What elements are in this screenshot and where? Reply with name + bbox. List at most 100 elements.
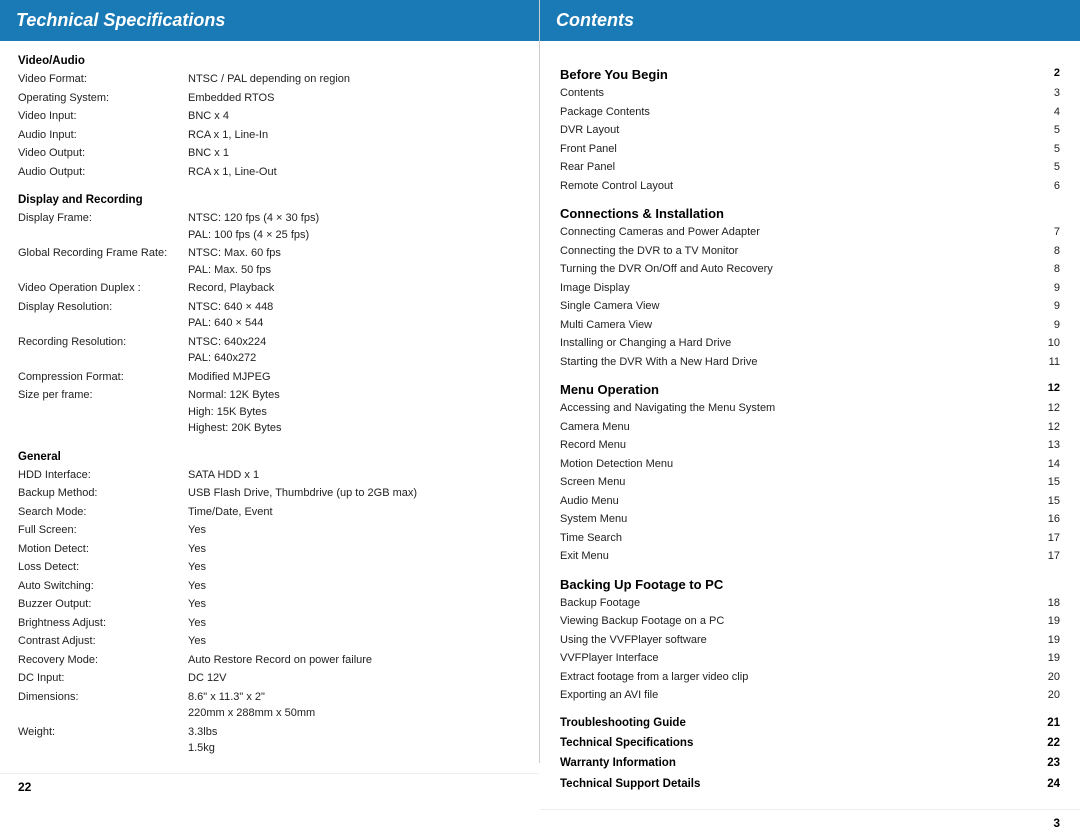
toc-section-header: Connections & Installation: [560, 206, 1060, 221]
toc-row: Connecting the DVR to a TV Monitor 8: [560, 243, 1060, 260]
toc-item-label: Front Panel: [560, 141, 617, 158]
toc-item-page: 20: [1040, 669, 1060, 686]
toc-section-title: Connections & Installation: [560, 206, 724, 221]
toc-item-page: 12: [1040, 400, 1060, 417]
toc-section-title: Backing Up Footage to PC: [560, 577, 723, 592]
toc-row: Rear Panel5: [560, 159, 1060, 176]
toc-row: System Menu 16: [560, 511, 1060, 528]
spec-row: Brightness Adjust:Yes: [18, 615, 521, 632]
toc-item-label: Camera Menu: [560, 419, 630, 436]
toc-section-page: 12: [1048, 382, 1060, 394]
toc-item-page: 8: [1040, 261, 1060, 278]
toc-item-page: 12: [1040, 419, 1060, 436]
spec-label: Backup Method:: [18, 485, 188, 502]
toc-item-label: Installing or Changing a Hard Drive: [560, 335, 731, 352]
toc-item-label: Remote Control Layout: [560, 178, 673, 195]
toc-item-label: System Menu: [560, 511, 627, 528]
toc-bold-row: Troubleshooting Guide 21: [560, 714, 1060, 732]
left-page-number: 22: [0, 773, 539, 800]
spec-label: Search Mode:: [18, 504, 188, 521]
spec-row: Video Operation Duplex :Record, Playback: [18, 280, 521, 297]
spec-row: Operating System:Embedded RTOS: [18, 90, 521, 107]
toc-row: Remote Control Layout 6: [560, 178, 1060, 195]
spec-label: Global Recording Frame Rate:: [18, 245, 188, 278]
spec-label: Contrast Adjust:: [18, 633, 188, 650]
toc-item-page: 16: [1040, 511, 1060, 528]
toc-item-page: 8: [1040, 243, 1060, 260]
toc-item-label: Exit Menu: [560, 548, 609, 565]
spec-row: Loss Detect:Yes: [18, 559, 521, 576]
toc-section-page: 2: [1054, 67, 1060, 79]
toc-bold-label: Troubleshooting Guide: [560, 714, 686, 732]
spec-value: USB Flash Drive, Thumbdrive (up to 2GB m…: [188, 485, 521, 502]
toc-row: Package Contents4: [560, 104, 1060, 121]
toc-row: Viewing Backup Footage on a PC19: [560, 613, 1060, 630]
toc-row: Extract footage from a larger video clip…: [560, 669, 1060, 686]
toc-bold-page: 21: [1047, 714, 1060, 732]
toc-item-label: Contents: [560, 85, 604, 102]
toc-item-page: 19: [1040, 650, 1060, 667]
spec-label: Recording Resolution:: [18, 334, 188, 367]
spec-label: Recovery Mode:: [18, 652, 188, 669]
toc-item-label: Time Search: [560, 530, 622, 547]
toc-row: Accessing and Navigating the Menu System…: [560, 400, 1060, 417]
spec-label: Video Format:: [18, 71, 188, 88]
spec-value: Embedded RTOS: [188, 90, 521, 107]
toc-item-label: VVFPlayer Interface: [560, 650, 658, 667]
toc-row: Backup Footage18: [560, 595, 1060, 612]
spec-row: Compression Format:Modified MJPEG: [18, 369, 521, 386]
spec-label: Size per frame:: [18, 387, 188, 437]
spec-section-title: Display and Recording: [18, 194, 521, 206]
toc-row: Record Menu13: [560, 437, 1060, 454]
spec-row: Motion Detect:Yes: [18, 541, 521, 558]
spec-value: Modified MJPEG: [188, 369, 521, 386]
right-page-number: 3: [540, 809, 1080, 836]
spec-value: 8.6" x 11.3" x 2"220mm x 288mm x 50mm: [188, 689, 521, 722]
spec-row: Global Recording Frame Rate:NTSC: Max. 6…: [18, 245, 521, 278]
toc-item-label: Connecting the DVR to a TV Monitor: [560, 243, 738, 260]
spec-section-title: Video/Audio: [18, 55, 521, 67]
spec-value: SATA HDD x 1: [188, 467, 521, 484]
spec-row: Video Input:BNC x 4: [18, 108, 521, 125]
toc-item-label: Multi Camera View: [560, 317, 652, 334]
toc-item-label: Image Display: [560, 280, 630, 297]
toc-item-label: Viewing Backup Footage on a PC: [560, 613, 724, 630]
spec-row: DC Input:DC 12V: [18, 670, 521, 687]
toc-bold-label: Warranty Information: [560, 754, 676, 772]
spec-value: Yes: [188, 578, 521, 595]
toc-bold-label: Technical Support Details: [560, 775, 700, 793]
left-content: Video/AudioVideo Format:NTSC / PAL depen…: [0, 41, 539, 773]
toc-item-page: 5: [1040, 141, 1060, 158]
toc-row: DVR Layout 5: [560, 122, 1060, 139]
right-header: Contents: [540, 0, 1080, 41]
toc-item-page: 17: [1040, 530, 1060, 547]
spec-row: Size per frame:Normal: 12K BytesHigh: 15…: [18, 387, 521, 437]
toc-bold-row: Technical Specifications22: [560, 734, 1060, 752]
toc-section-header: Menu Operation 12: [560, 382, 1060, 397]
spec-label: DC Input:: [18, 670, 188, 687]
spec-value: NTSC: Max. 60 fpsPAL: Max. 50 fps: [188, 245, 521, 278]
toc-bold-label: Technical Specifications: [560, 734, 693, 752]
toc-item-label: Turning the DVR On/Off and Auto Recovery: [560, 261, 773, 278]
spec-label: Audio Input:: [18, 127, 188, 144]
spec-row: Display Frame:NTSC: 120 fps (4 × 30 fps)…: [18, 210, 521, 243]
toc-row: Using the VVFPlayer software19: [560, 632, 1060, 649]
toc-item-label: Rear Panel: [560, 159, 615, 176]
toc-item-label: Accessing and Navigating the Menu System: [560, 400, 775, 417]
toc-row: Connecting Cameras and Power Adapter7: [560, 224, 1060, 241]
toc-row: Camera Menu 12: [560, 419, 1060, 436]
toc-bold-row: Warranty Information23: [560, 754, 1060, 772]
spec-label: Weight:: [18, 724, 188, 757]
spec-row: Weight:3.3lbs1.5kg: [18, 724, 521, 757]
toc-item-page: 6: [1040, 178, 1060, 195]
toc-section-title: Before You Begin: [560, 67, 668, 82]
toc-item-page: 5: [1040, 122, 1060, 139]
spec-row: Recording Resolution:NTSC: 640x224PAL: 6…: [18, 334, 521, 367]
toc-item-label: DVR Layout: [560, 122, 619, 139]
spec-value: RCA x 1, Line-Out: [188, 164, 521, 181]
toc-row: Contents3: [560, 85, 1060, 102]
left-header: Technical Specifications: [0, 0, 539, 41]
toc-row: Time Search 17: [560, 530, 1060, 547]
toc-section-header: Before You Begin 2: [560, 67, 1060, 82]
toc-section-title: Menu Operation: [560, 382, 659, 397]
